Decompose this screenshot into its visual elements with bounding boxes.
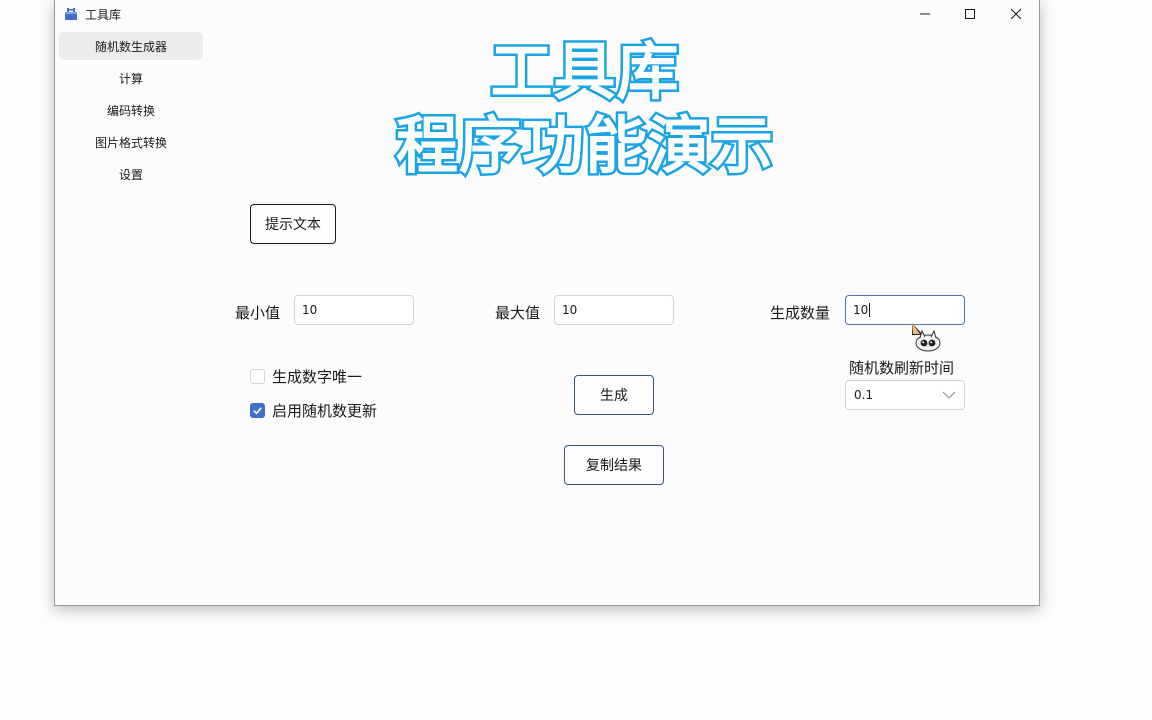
hint-text-button[interactable]: 提示文本 [250,204,336,244]
app-window: 工具库 随机数生成器 计算 编码转换 图片格式转换 设置 工具库 程序功能演示 … [54,0,1040,606]
min-value-input[interactable]: 10 [294,295,414,325]
refresh-interval-label: 随机数刷新时间 [849,359,955,377]
minimize-icon [920,13,930,15]
min-value-label: 最小值 [235,304,281,322]
minimize-button[interactable] [902,0,948,28]
auto-update-option[interactable]: 启用随机数更新 [250,400,377,421]
title-bar[interactable]: 工具库 [55,0,1039,28]
count-input[interactable]: 10 [845,295,965,325]
close-icon [1010,8,1022,20]
maximize-icon [965,9,975,19]
unique-numbers-label: 生成数字唯一 [272,368,363,386]
auto-update-label: 启用随机数更新 [272,402,378,420]
max-value-text: 10 [562,303,578,317]
hero-title-line1: 工具库 [490,35,679,108]
mouse-cursor-pet-icon [912,323,941,352]
count-text: 10 [853,303,869,317]
unique-numbers-checkbox[interactable] [250,369,265,384]
min-value-text: 10 [302,303,318,317]
refresh-interval-select[interactable]: 0.1 [845,380,965,410]
chevron-down-icon [942,391,956,399]
hero-banner: 工具库 程序功能演示 [55,33,1041,185]
generate-button[interactable]: 生成 [574,375,654,415]
auto-update-checkbox[interactable] [250,403,265,418]
max-value-input[interactable]: 10 [554,295,674,325]
hero-title-art: 工具库 程序功能演示 [393,33,775,185]
copy-result-button[interactable]: 复制结果 [564,445,664,485]
max-value-label: 最大值 [495,304,541,322]
hero-title-line2: 程序功能演示 [396,109,774,182]
refresh-interval-value: 0.1 [854,388,874,402]
toolbox-app-icon [64,6,78,20]
checkmark-icon [253,407,262,415]
close-button[interactable] [993,0,1039,28]
window-title: 工具库 [85,8,122,22]
unique-numbers-option[interactable]: 生成数字唯一 [250,366,362,387]
count-label: 生成数量 [770,304,831,322]
maximize-button[interactable] [947,0,993,28]
text-caret [869,303,871,317]
